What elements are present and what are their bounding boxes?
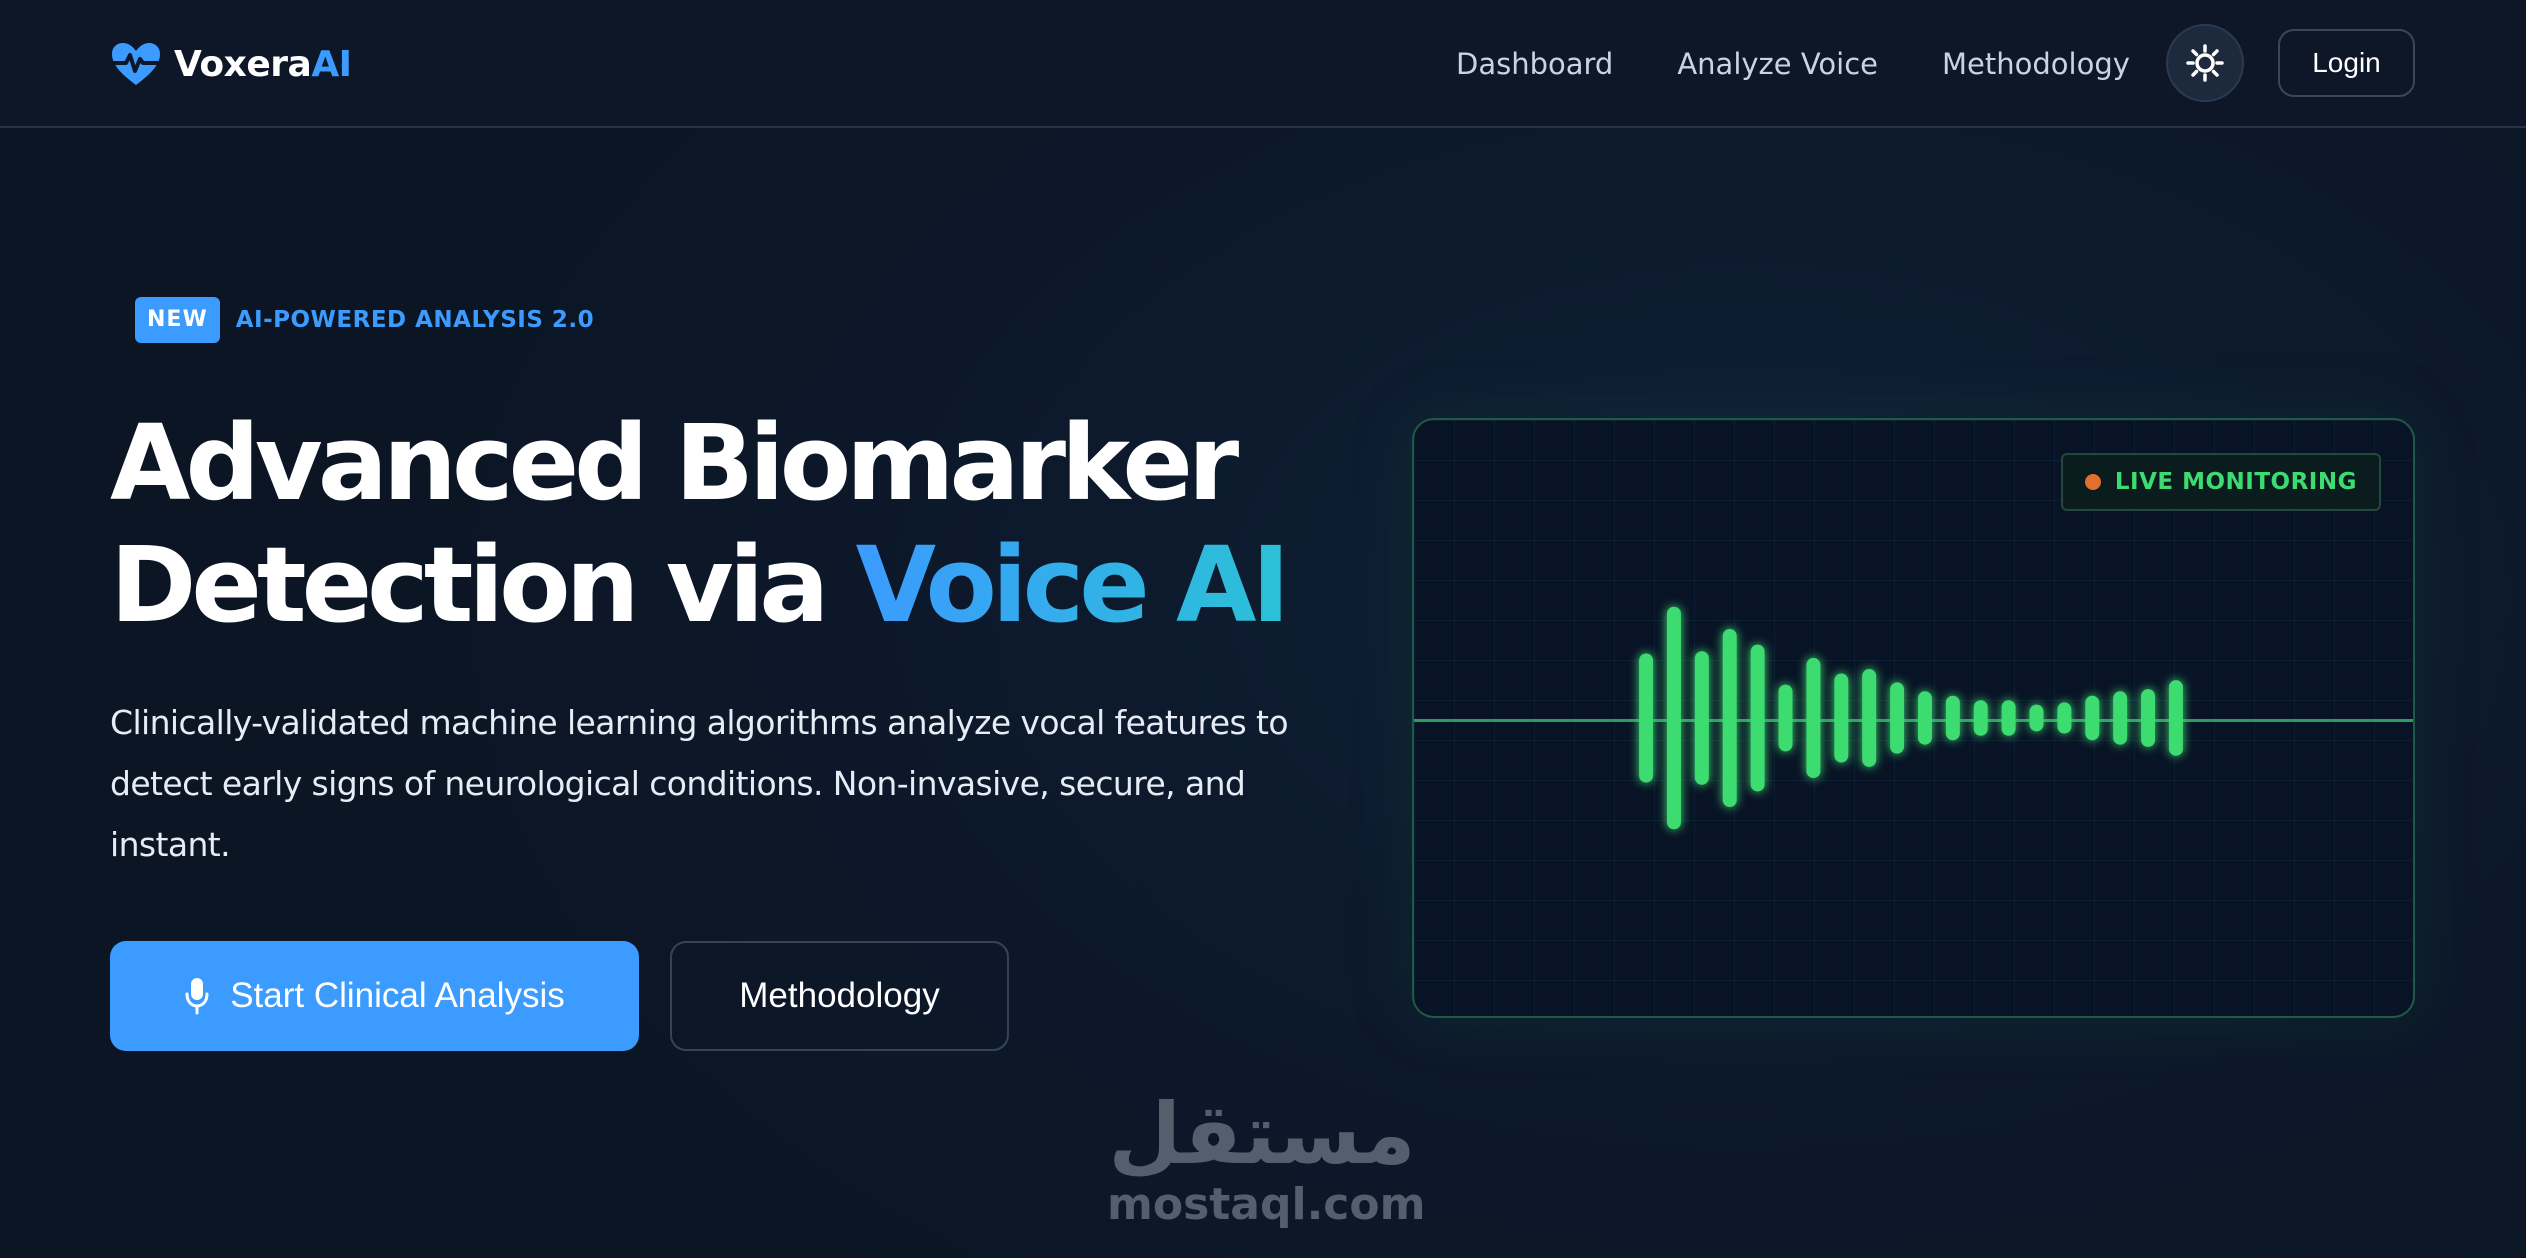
waveform-bar — [1750, 644, 1765, 792]
badge-text: AI-POWERED ANALYSIS 2.0 — [235, 307, 595, 333]
waveform-bar — [1778, 684, 1793, 752]
waveform-bar — [2113, 691, 2128, 745]
nav-analyze-voice[interactable]: Analyze Voice — [1677, 47, 1878, 81]
sun-icon — [2186, 44, 2224, 82]
brand-logo[interactable]: VoxeraAI — [110, 38, 352, 90]
waveform-bar — [1890, 682, 1905, 754]
live-status-dot — [2084, 474, 2101, 490]
waveform-bar — [2057, 702, 2072, 734]
announcement-badge: NEW AI-POWERED ANALYSIS 2.0 — [135, 297, 594, 343]
top-navbar: VoxeraAI Dashboard Analyze Voice Methodo… — [0, 0, 2526, 128]
nav-dashboard[interactable]: Dashboard — [1456, 47, 1613, 81]
main-nav: Dashboard Analyze Voice Methodology — [1456, 40, 2194, 88]
waveform-bar — [1917, 691, 1932, 745]
heart-pulse-icon — [112, 43, 160, 85]
waveform-bar — [1639, 653, 1654, 783]
start-clinical-analysis-button[interactable]: Start Clinical Analysis — [110, 941, 639, 1051]
methodology-button[interactable]: Methodology — [670, 941, 1009, 1051]
watermark: مستقل mostaql.com — [1107, 1085, 1426, 1230]
microphone-icon — [185, 978, 209, 1015]
waveform-bar — [1806, 657, 1821, 779]
live-monitoring-badge: LIVE MONITORING — [2060, 453, 2381, 511]
brand-name-accent: AI — [311, 43, 352, 85]
watermark-latin: mostaql.com — [1107, 1179, 1426, 1230]
start-clinical-analysis-label: Start Clinical Analysis — [230, 976, 565, 1015]
waveform-bar — [1666, 606, 1681, 830]
waveform-bar — [1694, 651, 1709, 785]
waveform-bar — [1945, 695, 1960, 741]
login-button[interactable]: Login — [2278, 29, 2415, 97]
watermark-arabic: مستقل — [1108, 1085, 1416, 1183]
waveform-bar — [1722, 628, 1737, 808]
hero-title-line2: Detection via — [110, 524, 829, 646]
new-badge: NEW — [135, 297, 220, 343]
waveform-bar — [2168, 680, 2183, 756]
waveform-bar — [2085, 695, 2100, 741]
hero-description: Clinically-validated machine learning al… — [110, 703, 1289, 864]
waveform-bar — [2001, 700, 2016, 736]
live-monitoring-label: LIVE MONITORING — [2114, 469, 2357, 495]
hero-title: Advanced Biomarker Detection via Voice A… — [110, 402, 1290, 646]
waveform-bar — [2029, 704, 2044, 732]
waveform-bar — [1862, 669, 1877, 767]
waveform-bar — [1834, 673, 1849, 763]
theme-toggle-button[interactable] — [2166, 24, 2244, 102]
hero-title-accent: Voice AI — [855, 524, 1290, 646]
waveform-bar — [1973, 700, 1988, 736]
voice-monitor-panel: LIVE MONITORING — [1412, 418, 2415, 1018]
waveform-bar — [2141, 689, 2156, 747]
hero-title-line1: Advanced Biomarker — [110, 402, 1239, 524]
nav-methodology[interactable]: Methodology — [1942, 47, 2130, 81]
brand-name: VoxeraAI — [174, 43, 352, 85]
